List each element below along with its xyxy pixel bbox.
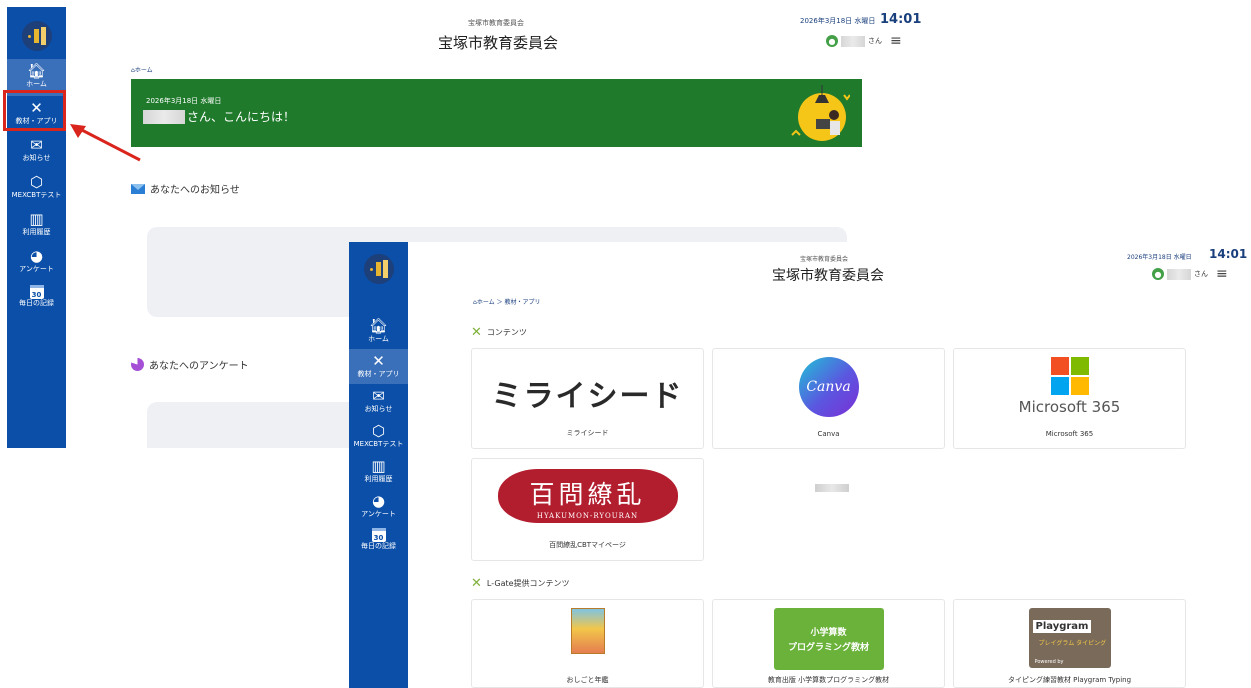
- sidebar-item-mexcbt[interactable]: ⬡ MEXCBTテスト: [349, 419, 408, 454]
- math-programming-thumbnail: 小学算数 プログラミング教材: [773, 608, 884, 670]
- sidebar-item-notices[interactable]: ✉ お知らせ: [7, 133, 66, 170]
- bar-chart-icon: ▥: [371, 457, 386, 475]
- user-suffix: さん: [868, 37, 882, 45]
- hamburger-menu-icon[interactable]: ≡: [890, 33, 902, 49]
- sidebar-item-usage-history[interactable]: ▥ 利用履歴: [349, 454, 408, 489]
- app-tile-microsoft365[interactable]: Microsoft 365 Microsoft 365: [953, 348, 1186, 449]
- section-contents-title: ✕ コンテンツ: [471, 325, 527, 340]
- sidebar-item-survey[interactable]: ◕ アンケート: [7, 244, 66, 281]
- app-tile-math-programming[interactable]: 小学算数 プログラミング教材 教育出版 小学算数プログラミング教材: [712, 599, 945, 688]
- tools-icon: ✕: [471, 325, 482, 340]
- org-subtitle: 宝塚市教育委員会: [468, 19, 524, 27]
- app-logo[interactable]: [21, 21, 52, 51]
- canva-logo: Canva: [798, 357, 859, 417]
- sidebar-item-materials-apps[interactable]: ✕ 教材・アプリ: [349, 349, 408, 384]
- sidebar-item-mexcbt[interactable]: ⬡ MEXCBTテスト: [7, 170, 66, 207]
- banner-illustration-icon: [791, 85, 850, 141]
- pie-icon: ◕: [371, 492, 386, 510]
- cube-icon: ⬡: [29, 173, 44, 191]
- sidebar-item-daily-record[interactable]: 30 毎日の記録: [7, 281, 66, 318]
- hyakumon-logo: 百問繚乱 HYAKUMON-RYOURAN: [497, 469, 678, 523]
- calendar-icon: 30: [29, 285, 44, 299]
- header-time: 14:01: [880, 12, 922, 27]
- sidebar-item-home[interactable]: 🏠︎ ホーム: [349, 314, 408, 349]
- tools-icon: ✕: [372, 352, 385, 370]
- app-tile-label: Canva: [817, 430, 840, 438]
- user-menu[interactable]: ● さん ≡: [1152, 266, 1228, 282]
- mail-icon: ✉: [372, 387, 385, 405]
- oshigoto-thumbnail: [570, 608, 605, 654]
- blurred-username: [1167, 268, 1191, 280]
- mail-icon: [131, 183, 145, 194]
- mail-icon: ✉: [30, 136, 43, 154]
- sidebar-apps: 🏠︎ ホーム ✕ 教材・アプリ ✉ お知らせ ⬡ MEXCBTテスト ▥ 利用履歴 ◕ アン…: [349, 242, 408, 688]
- apps-screen: 🏠︎ ホーム ✕ 教材・アプリ ✉ お知らせ ⬡ MEXCBTテスト ▥ 利用履歴 ◕ アン…: [349, 242, 1251, 688]
- playgram-thumbnail: Playgram プレイグラム タイピング Powered by: [1028, 608, 1111, 668]
- cube-icon: ⬡: [371, 422, 386, 440]
- org-subtitle: 宝塚市教育委員会: [800, 256, 849, 263]
- user-icon: ●: [826, 35, 838, 47]
- composite-screenshot: 🏠︎ ホーム ✕ 教材・アプリ ✉ お知らせ ⬡ MEXCBTテスト ▥ 利用履歴 ◕ アン…: [0, 0, 1251, 688]
- app-logo[interactable]: [363, 254, 394, 284]
- banner-greeting: さん、こんにちは！: [143, 108, 295, 125]
- section-survey-title: あなたへのアンケート: [131, 357, 249, 372]
- app-tile-label: 百問繚乱CBTマイページ: [549, 541, 626, 549]
- app-tile-label: おしごと年鑑: [566, 676, 609, 684]
- calendar-icon: 30: [371, 528, 386, 542]
- blurred-app-label: [815, 484, 849, 492]
- breadcrumb[interactable]: ⌂ホーム ＞ 教材・アプリ: [473, 297, 540, 306]
- home-icon: 🏠︎: [368, 317, 389, 335]
- banner-date: 2026年3月18日 水曜日: [146, 97, 222, 105]
- app-tile-playgram[interactable]: Playgram プレイグラム タイピング Powered by タイピング練習…: [953, 599, 1186, 688]
- page-title: 宝塚市教育委員会: [772, 268, 884, 284]
- pie-icon: ◕: [29, 247, 44, 265]
- sidebar-item-usage-history[interactable]: ▥ 利用履歴: [7, 207, 66, 244]
- app-tile-label: タイピング練習教材 Playgram Typing: [1007, 676, 1132, 684]
- sidebar-item-daily-record[interactable]: 30 毎日の記録: [349, 524, 408, 559]
- annotation-highlight-box: [3, 90, 66, 131]
- breadcrumb[interactable]: ⌂ホーム: [131, 65, 153, 74]
- header-date: 2026年3月18日 水曜日: [1127, 254, 1192, 261]
- app-tile-hyakumon[interactable]: 百問繚乱 HYAKUMON-RYOURAN 百問繚乱CBTマイページ: [471, 458, 704, 561]
- sidebar-item-notices[interactable]: ✉ お知らせ: [349, 384, 408, 419]
- app-tile-oshigoto[interactable]: おしごと年鑑: [471, 599, 704, 688]
- app-tile-canva[interactable]: Canva Canva: [712, 348, 945, 449]
- section-notices-title: あなたへのお知らせ: [131, 181, 240, 196]
- microsoft365-logo-text: Microsoft 365: [1018, 398, 1121, 416]
- header-date: 2026年3月18日 水曜日: [800, 17, 876, 25]
- app-tile-label: Microsoft 365: [1045, 430, 1094, 438]
- hamburger-menu-icon[interactable]: ≡: [1216, 266, 1228, 282]
- header-time: 14:01: [1209, 247, 1248, 261]
- blurred-username: [143, 109, 185, 124]
- app-tile-label: 教育出版 小学算数プログラミング教材: [767, 676, 890, 684]
- user-menu[interactable]: ● さん ≡: [826, 33, 902, 49]
- miraiseed-logo: ミライシード: [491, 379, 684, 414]
- home-icon: 🏠︎: [26, 62, 47, 80]
- blurred-username: [841, 35, 865, 47]
- pie-icon: [131, 358, 144, 371]
- microsoft-logo-icon: [1050, 357, 1089, 395]
- app-tile-miraiseed[interactable]: ミライシード ミライシード: [471, 348, 704, 449]
- app-tile-label: ミライシード: [566, 429, 609, 437]
- sidebar-item-survey[interactable]: ◕ アンケート: [349, 489, 408, 524]
- welcome-banner: 2026年3月18日 水曜日 さん、こんにちは！: [131, 79, 862, 147]
- sidebar-home: 🏠︎ ホーム ✕ 教材・アプリ ✉ お知らせ ⬡ MEXCBTテスト ▥ 利用履歴 ◕ アン…: [7, 7, 66, 448]
- user-icon: ●: [1152, 268, 1164, 280]
- section-lgate-title: ✕ L-Gate提供コンテンツ: [471, 576, 570, 591]
- tools-icon: ✕: [471, 576, 482, 591]
- bar-chart-icon: ▥: [29, 210, 44, 228]
- page-title: 宝塚市教育委員会: [438, 34, 559, 52]
- user-suffix: さん: [1194, 270, 1208, 278]
